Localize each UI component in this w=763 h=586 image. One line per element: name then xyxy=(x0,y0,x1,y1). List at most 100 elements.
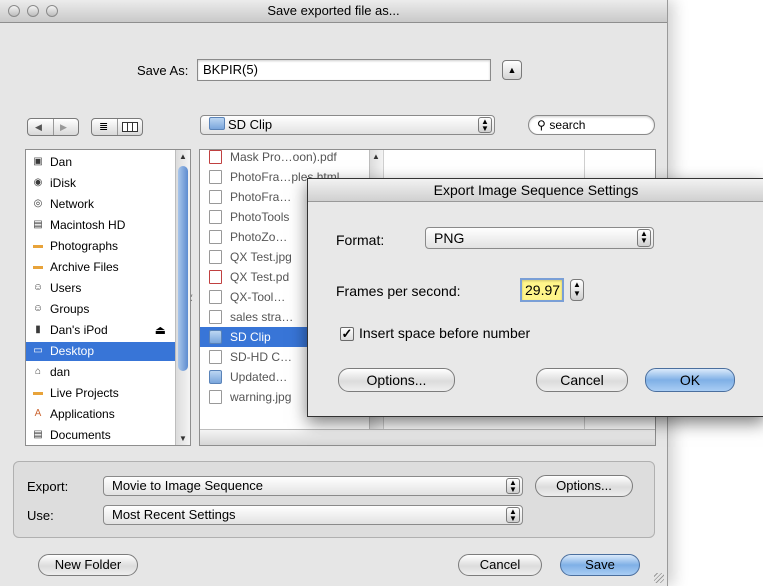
scroll-up-icon[interactable]: ▲ xyxy=(179,152,187,161)
sidebar-item[interactable]: ⌂ dan xyxy=(26,363,176,382)
file-item[interactable]: Mask Pro…oon).pdf xyxy=(200,150,368,167)
sidebar-item[interactable]: ▭ Desktop xyxy=(26,342,176,361)
file-item-label: PhotoFra… xyxy=(230,190,292,204)
file-item-label: SD-HD C… xyxy=(230,350,292,364)
folder-icon xyxy=(209,370,222,384)
save-as-field[interactable]: BKPIR(5) xyxy=(197,59,491,81)
use-label: Use: xyxy=(27,508,54,523)
home-icon: ⌂ xyxy=(34,366,42,377)
sidebar-item-label: Dan xyxy=(50,155,73,169)
file-horizontal-scrollbar[interactable] xyxy=(200,429,655,445)
file-icon xyxy=(209,190,222,204)
sidebar-item-label: Applications xyxy=(50,407,115,421)
format-value: PNG xyxy=(434,230,465,246)
sidebar-item-label: Archive Files xyxy=(50,260,119,274)
scroll-up-icon[interactable]: ▲ xyxy=(372,152,380,161)
popup-arrows-icon: ▲ ▼ xyxy=(478,117,492,133)
sidebar-item-label: Dan's iPod xyxy=(50,323,108,337)
fps-stepper-icon[interactable]: ▲ ▼ xyxy=(570,279,584,301)
fps-label: Frames per second: xyxy=(336,283,461,299)
sidebar-item[interactable]: ◉ iDisk xyxy=(26,174,176,193)
popup-arrows-icon: ▲ ▼ xyxy=(637,229,651,247)
ipod-icon: ▮ xyxy=(35,324,41,335)
resize-grip-icon[interactable] xyxy=(654,573,664,583)
sidebar-item-label: Desktop xyxy=(50,344,95,358)
sidebar-item-label: iDisk xyxy=(50,176,76,190)
export-popup[interactable]: Movie to Image Sequence ▲ ▼ xyxy=(103,476,523,496)
sidebar-item[interactable]: ▬ Photographs xyxy=(26,237,176,256)
applications-icon: A xyxy=(34,408,42,419)
sidebar-item[interactable]: ▬ Archive Files xyxy=(26,258,176,277)
sidebar-item-label: Groups xyxy=(50,302,90,316)
sidebar-item[interactable]: ☺ Groups xyxy=(26,300,176,319)
folder-icon: ▬ xyxy=(33,387,43,398)
users-icon: ☺ xyxy=(32,282,44,293)
sidebar-item-label: Macintosh HD xyxy=(50,218,126,232)
folder-icon: ▬ xyxy=(33,261,43,272)
column-view-icon[interactable] xyxy=(122,122,138,132)
checkmark-icon: ✓ xyxy=(341,326,353,341)
save-as-label: Save As: xyxy=(137,63,189,78)
settings-ok-button[interactable]: OK xyxy=(645,368,735,392)
sidebar-scroll-thumb[interactable] xyxy=(178,166,188,371)
export-options-button[interactable]: Options... xyxy=(535,475,633,497)
settings-title: Export Image Sequence Settings xyxy=(308,179,763,202)
format-label: Format: xyxy=(336,232,385,248)
location-popup[interactable]: SD Clip ▲ ▼ xyxy=(200,115,495,135)
file-item-label: SD Clip xyxy=(230,330,271,344)
search-icon: ⚲ xyxy=(537,118,546,132)
sidebar-item[interactable]: ▤ Macintosh HD xyxy=(26,216,176,235)
sidebar-scrollbar[interactable]: ▲ ▼ xyxy=(175,150,190,445)
network-icon: ◎ xyxy=(33,198,43,209)
popup-arrows-icon: ▲ ▼ xyxy=(506,478,520,494)
export-settings-dialog: Export Image Sequence Settings Format: P… xyxy=(307,178,763,417)
sidebar-item[interactable]: A Applications xyxy=(26,405,176,424)
settings-options-button[interactable]: Options... xyxy=(338,368,455,392)
sidebar[interactable]: ▣ Dan ◉ iDisk ◎ Network ▤ Macintosh HD ▬ Photogra… xyxy=(25,149,191,446)
sidebar-item[interactable]: ▬ Live Projects xyxy=(26,384,176,403)
file-item-label: sales stra… xyxy=(230,310,294,324)
search-field[interactable]: ⚲ search xyxy=(528,115,655,135)
folder-icon xyxy=(209,117,225,130)
desktop-icon: ▭ xyxy=(33,345,43,356)
location-label: SD Clip xyxy=(228,117,273,132)
cancel-button[interactable]: Cancel xyxy=(458,554,542,576)
collapse-toggle-icon[interactable]: ▲ xyxy=(502,60,522,80)
insert-space-label: Insert space before number xyxy=(359,325,531,341)
window-title: Save exported file as... xyxy=(267,3,400,18)
eject-icon[interactable]: ⏏ xyxy=(155,321,166,340)
file-item-label: PhotoZo… xyxy=(230,230,288,244)
sidebar-item-label: Photographs xyxy=(50,239,119,253)
new-folder-button[interactable]: New Folder xyxy=(38,554,138,576)
documents-icon: ▤ xyxy=(33,429,43,440)
harddisk-icon: ▤ xyxy=(33,219,43,230)
idisk-icon: ◉ xyxy=(33,177,43,188)
save-button[interactable]: Save xyxy=(560,554,640,576)
computer-icon: ▣ xyxy=(33,156,43,167)
file-icon xyxy=(209,350,222,364)
splitter-handle[interactable]: ⸵ xyxy=(190,290,193,304)
sidebar-item[interactable]: ◎ Network xyxy=(26,195,176,214)
sidebar-item-label: dan xyxy=(50,365,71,379)
back-arrow-icon[interactable]: ◀ xyxy=(35,122,42,133)
title-bar[interactable]: Save exported file as... xyxy=(0,0,667,23)
sidebar-item[interactable]: ☺ Users xyxy=(26,279,176,298)
sidebar-item[interactable]: ▣ Dan xyxy=(26,153,176,172)
settings-cancel-button[interactable]: Cancel xyxy=(536,368,628,392)
fps-field[interactable]: 29.97 xyxy=(520,278,564,302)
use-popup[interactable]: Most Recent Settings ▲ ▼ xyxy=(103,505,523,525)
sidebar-item[interactable]: ▤ Documents xyxy=(26,426,176,445)
use-value: Most Recent Settings xyxy=(112,507,236,522)
file-item-label: QX Test.pd xyxy=(230,270,290,284)
sidebar-item[interactable]: ▮ Dan's iPod ⏏ xyxy=(26,321,176,340)
sidebar-item-label: Live Projects xyxy=(50,386,119,400)
export-label: Export: xyxy=(27,479,69,494)
insert-space-checkbox[interactable]: ✓ xyxy=(340,327,354,341)
list-view-icon[interactable]: ≣ xyxy=(99,120,108,133)
format-popup[interactable]: PNG ▲ ▼ xyxy=(425,227,654,249)
export-options-panel: Export: Movie to Image Sequence ▲ ▼ Optio… xyxy=(13,461,655,538)
nav-segmented: ◀ ▶ xyxy=(27,118,79,136)
forward-arrow-icon[interactable]: ▶ xyxy=(60,122,67,133)
scroll-down-icon[interactable]: ▼ xyxy=(179,434,187,443)
sidebar-item-label: Network xyxy=(50,197,95,211)
